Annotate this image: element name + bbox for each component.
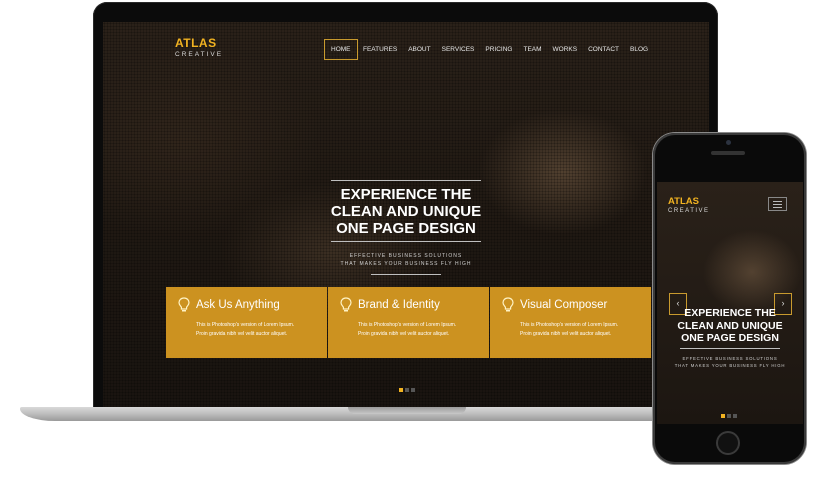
mobile-hero-title: EXPERIENCE THE CLEAN AND UNIQUE ONE PAGE… bbox=[657, 307, 803, 345]
feature-desc-line: Proin gravida nibh vel velit auctor aliq… bbox=[520, 331, 612, 337]
slider-dot-active[interactable] bbox=[399, 388, 403, 392]
hero-title-line: EXPERIENCE THE bbox=[340, 186, 472, 203]
feature-boxes: Ask Us Anything This is Photoshop's vers… bbox=[166, 287, 651, 358]
lightbulb-icon bbox=[340, 297, 352, 312]
mobile-hero-title-line: CLEAN AND UNIQUE bbox=[677, 319, 783, 332]
nav-team[interactable]: TEAM bbox=[518, 40, 547, 59]
hero-subtitle-line: THAT MAKES YOUR BUSINESS FLY HIGH bbox=[340, 261, 472, 267]
phone-device: ATLAS CREATIVE ‹ › EXPERIENCE THE CLEAN … bbox=[653, 133, 806, 464]
feature-box[interactable]: Visual Composer This is Photoshop's vers… bbox=[490, 287, 651, 358]
hero-subtitle: EFFECTIVE BUSINESS SOLUTIONS THAT MAKES … bbox=[103, 252, 709, 268]
hero-title-line: ONE PAGE DESIGN bbox=[336, 220, 476, 237]
laptop-screen: ATLAS CREATIVE HOME FEATURES ABOUT SERVI… bbox=[103, 22, 709, 407]
nav-home[interactable]: HOME bbox=[324, 39, 358, 60]
nav-contact[interactable]: CONTACT bbox=[583, 40, 625, 59]
feature-desc-line: Proin gravida nibh vel velit auctor aliq… bbox=[358, 331, 450, 337]
phone-speaker bbox=[711, 151, 745, 155]
hero-subtitle-line: EFFECTIVE BUSINESS SOLUTIONS bbox=[349, 253, 463, 259]
mobile-logo[interactable]: ATLAS CREATIVE bbox=[668, 196, 710, 214]
nav-pricing[interactable]: PRICING bbox=[480, 40, 518, 59]
hero-rule-small bbox=[371, 274, 441, 275]
feature-description: This is Photoshop's version of Lorem Ips… bbox=[520, 321, 618, 339]
feature-title: Brand & Identity bbox=[358, 299, 440, 311]
mobile-logo-main: ATLAS bbox=[668, 196, 699, 207]
mobile-slider-dot-active[interactable] bbox=[721, 414, 725, 418]
mobile-slider-dots bbox=[721, 414, 737, 418]
lightbulb-icon bbox=[178, 297, 190, 312]
laptop-notch bbox=[348, 407, 466, 414]
slider-dot[interactable] bbox=[405, 388, 409, 392]
hero: EXPERIENCE THE CLEAN AND UNIQUE ONE PAGE… bbox=[103, 180, 709, 275]
mobile-hero-subtitle: EFFECTIVE BUSINESS SOLUTIONS THAT MAKES … bbox=[657, 355, 803, 369]
logo-main: ATLAS bbox=[175, 36, 217, 50]
mobile-slider-dot[interactable] bbox=[733, 414, 737, 418]
feature-desc-line: This is Photoshop's version of Lorem Ips… bbox=[358, 322, 457, 328]
mobile-hero-subtitle-line: EFFECTIVE BUSINESS SOLUTIONS bbox=[682, 355, 778, 361]
feature-desc-line: Proin gravida nibh vel velit auctor aliq… bbox=[196, 331, 288, 337]
feature-box[interactable]: Ask Us Anything This is Photoshop's vers… bbox=[166, 287, 327, 358]
site-logo[interactable]: ATLAS CREATIVE bbox=[175, 36, 223, 58]
slider-dots bbox=[399, 388, 415, 392]
nav-blog[interactable]: BLOG bbox=[625, 40, 654, 59]
mobile-hero: EXPERIENCE THE CLEAN AND UNIQUE ONE PAGE… bbox=[657, 304, 803, 369]
feature-description: This is Photoshop's version of Lorem Ips… bbox=[196, 321, 294, 339]
nav-services[interactable]: SERVICES bbox=[436, 40, 480, 59]
feature-desc-line: This is Photoshop's version of Lorem Ips… bbox=[196, 322, 295, 328]
hero-title: EXPERIENCE THE CLEAN AND UNIQUE ONE PAGE… bbox=[103, 186, 709, 237]
lightbulb-icon bbox=[502, 297, 514, 312]
mobile-logo-sub: CREATIVE bbox=[668, 208, 710, 214]
feature-box[interactable]: Brand & Identity This is Photoshop's ver… bbox=[328, 287, 489, 358]
hero-rule-top bbox=[331, 180, 481, 181]
feature-desc-line: This is Photoshop's version of Lorem Ips… bbox=[520, 322, 619, 328]
feature-title: Ask Us Anything bbox=[196, 299, 280, 311]
hero-rule-bottom bbox=[331, 241, 481, 242]
nav-features[interactable]: FEATURES bbox=[358, 40, 403, 59]
feature-title: Visual Composer bbox=[520, 299, 608, 311]
phone-camera bbox=[726, 140, 731, 145]
logo-sub: CREATIVE bbox=[175, 51, 224, 58]
mobile-hero-title-line: EXPERIENCE THE bbox=[684, 307, 776, 319]
mobile-hero-rule bbox=[680, 347, 780, 349]
feature-description: This is Photoshop's version of Lorem Ips… bbox=[358, 321, 456, 339]
phone-home-button[interactable] bbox=[716, 431, 740, 455]
hero-title-line: CLEAN AND UNIQUE bbox=[330, 203, 482, 220]
main-nav: HOME FEATURES ABOUT SERVICES PRICING TEA… bbox=[324, 39, 654, 60]
mobile-hero-subtitle-line: THAT MAKES YOUR BUSINESS FLY HIGH bbox=[674, 362, 786, 368]
hamburger-menu-icon[interactable] bbox=[768, 197, 787, 211]
nav-works[interactable]: WORKS bbox=[547, 40, 583, 59]
slider-dot[interactable] bbox=[411, 388, 415, 392]
phone-screen: ATLAS CREATIVE ‹ › EXPERIENCE THE CLEAN … bbox=[657, 182, 803, 424]
nav-about[interactable]: ABOUT bbox=[403, 40, 436, 59]
mobile-hero-title-line: ONE PAGE DESIGN bbox=[681, 332, 779, 344]
mobile-slider-dot[interactable] bbox=[727, 414, 731, 418]
